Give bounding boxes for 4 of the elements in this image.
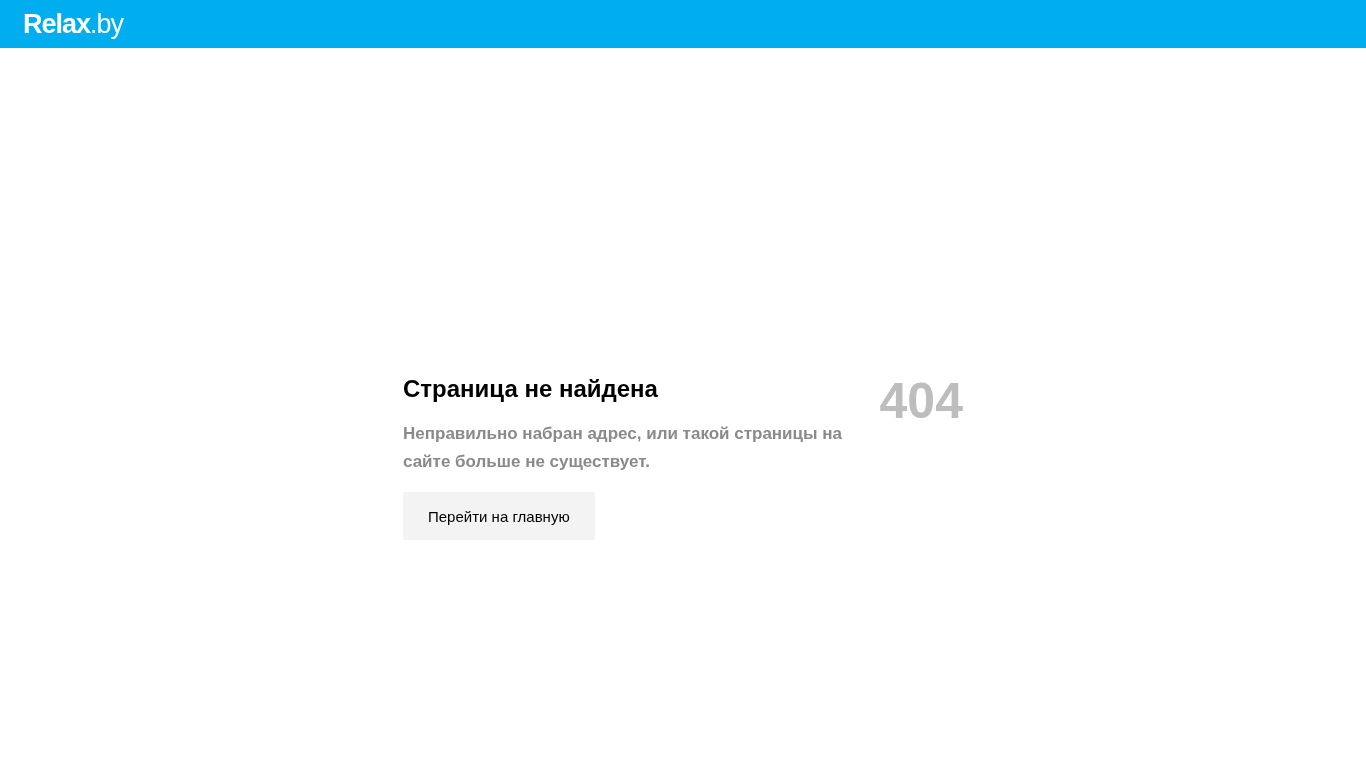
home-button[interactable]: Перейти на главную	[403, 492, 595, 540]
page-title: Страница не найдена	[403, 374, 658, 404]
error-code: 404	[879, 375, 963, 427]
error-message: Неправильно набран адрес, или такой страницы на сайте больше не существует.	[403, 423, 843, 473]
